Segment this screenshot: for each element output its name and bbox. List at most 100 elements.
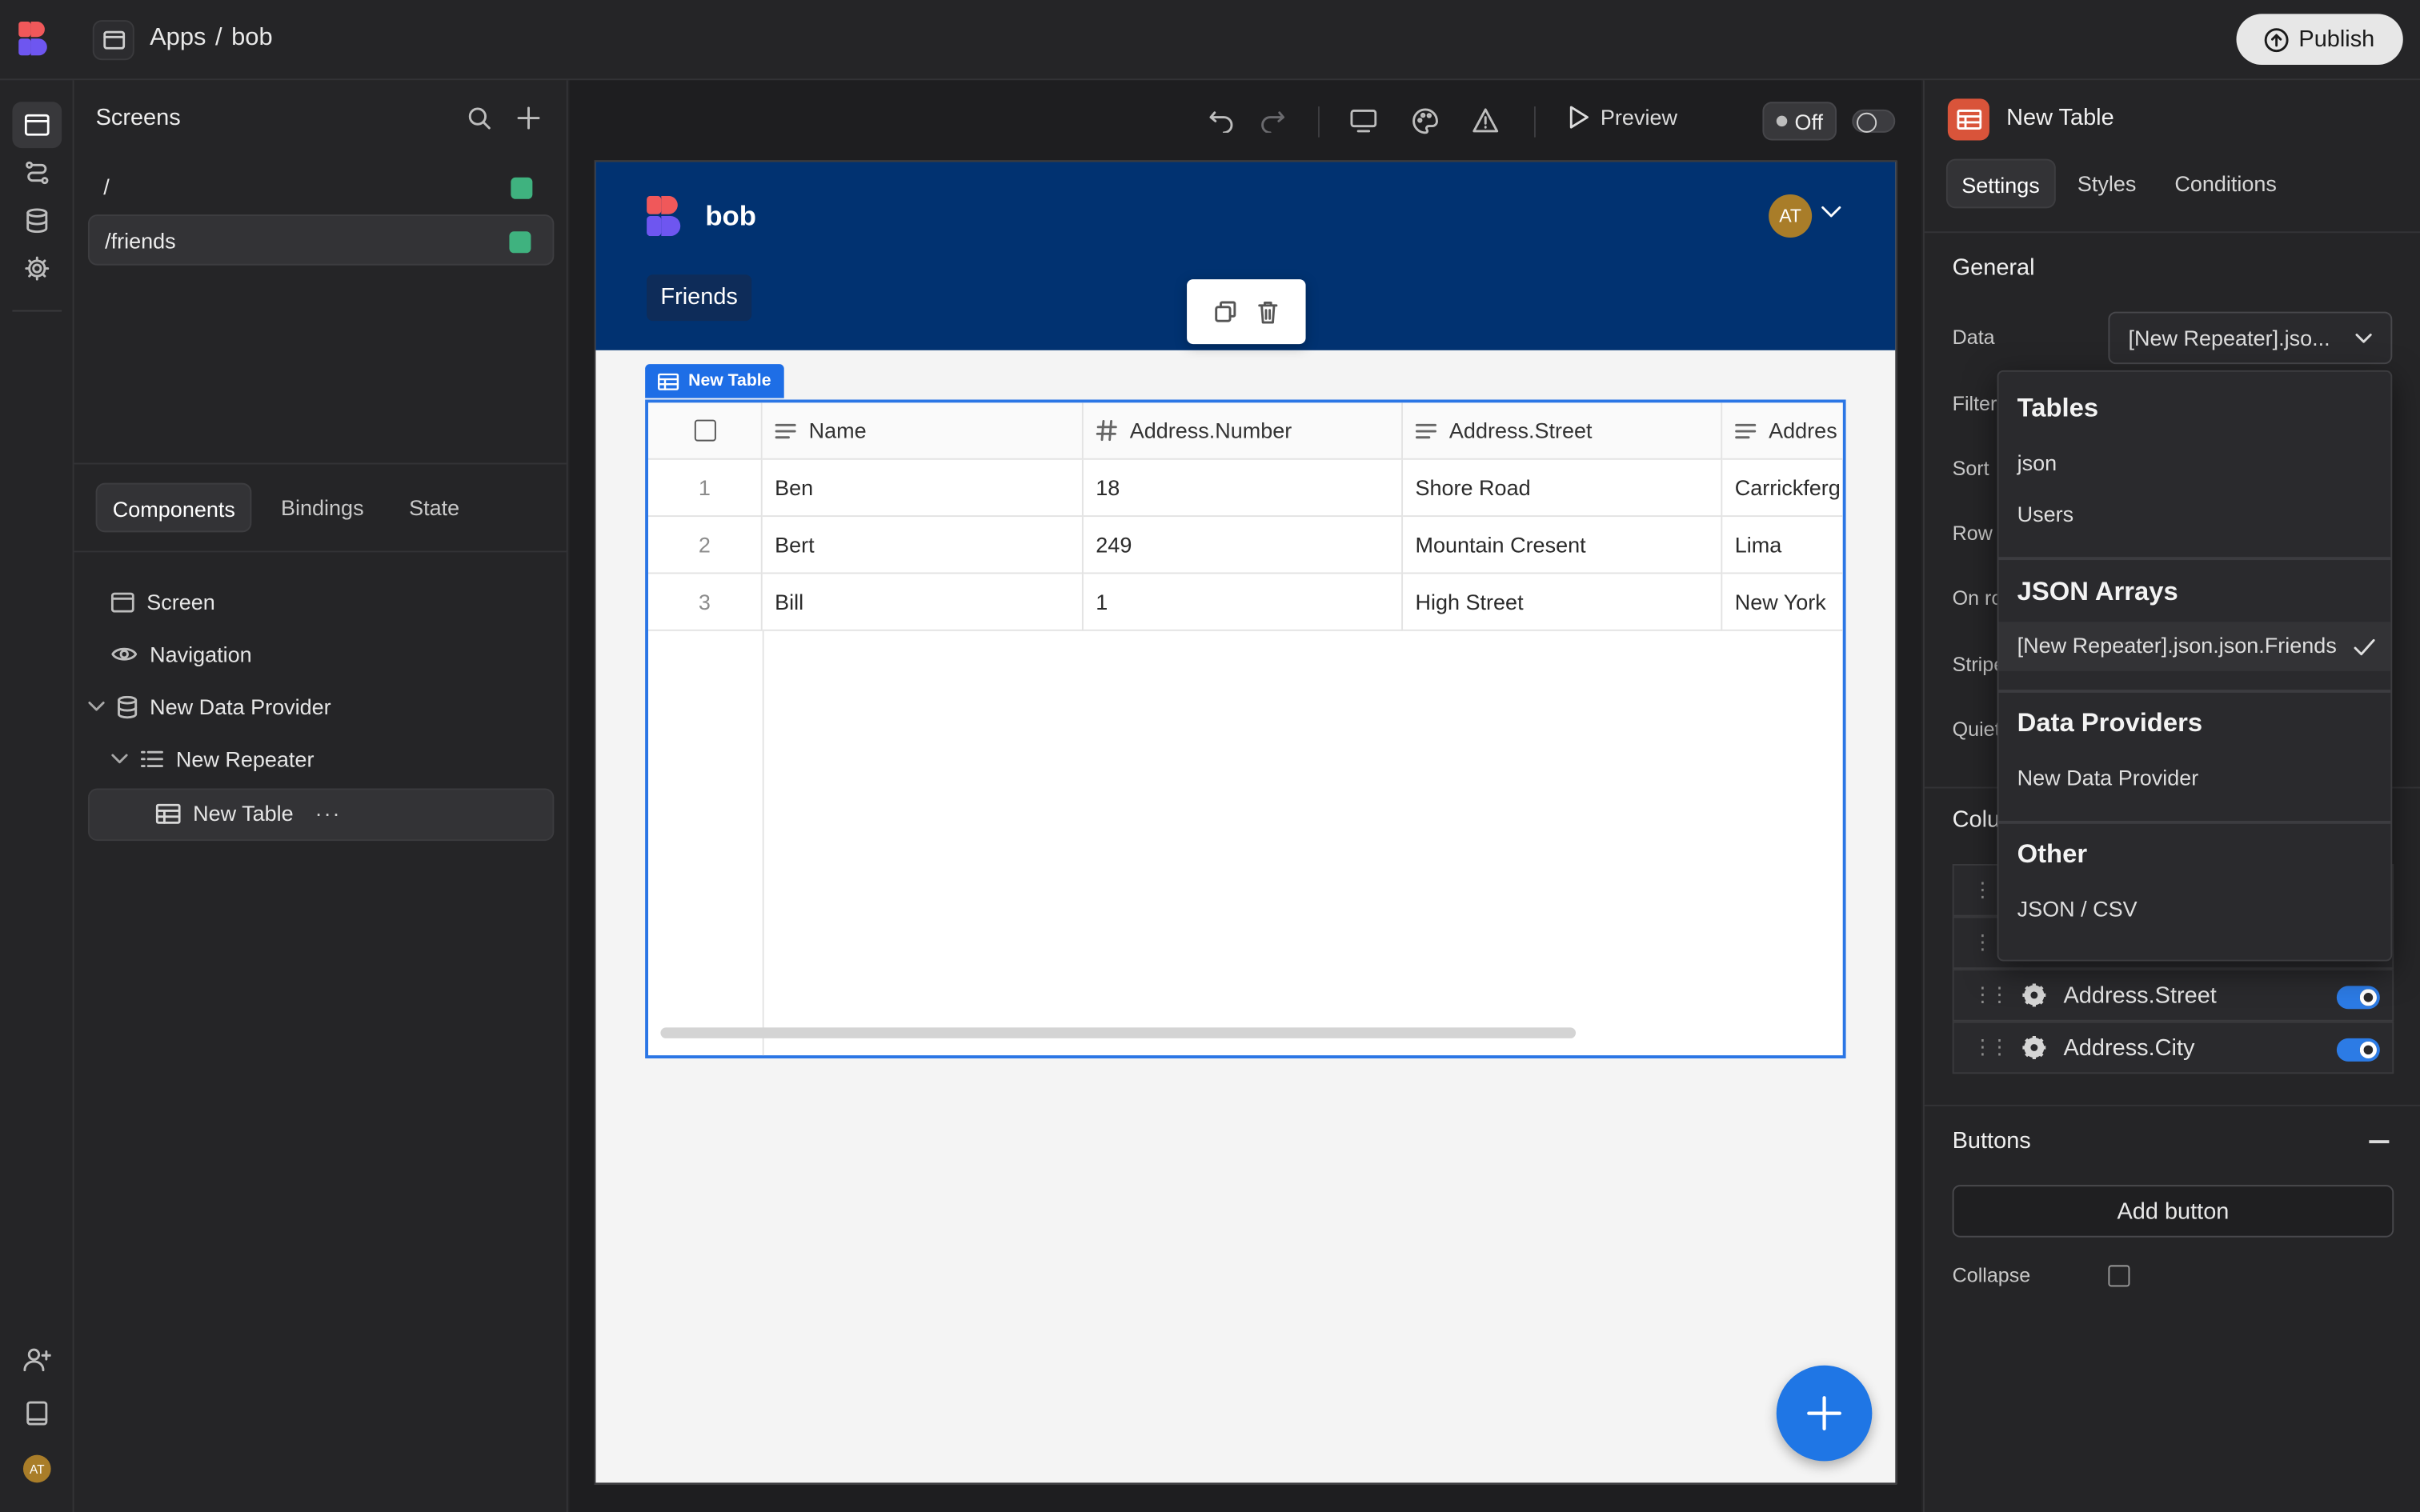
component-title[interactable]: New Table bbox=[2006, 105, 2114, 131]
theme-button[interactable] bbox=[1412, 108, 1439, 134]
rail-automation-button[interactable] bbox=[12, 150, 62, 196]
undo-button[interactable] bbox=[1208, 108, 1236, 133]
add-screen-button[interactable] bbox=[517, 106, 540, 130]
app-name: bob bbox=[705, 200, 756, 232]
table-cell[interactable]: Lima bbox=[1722, 517, 1843, 574]
publish-button[interactable]: Publish bbox=[2236, 14, 2403, 65]
gear-icon[interactable] bbox=[2021, 982, 2046, 1007]
column-header[interactable]: Address.Street bbox=[1403, 402, 1723, 460]
collapse-section-icon[interactable] bbox=[2369, 1140, 2390, 1143]
auto-refresh-status[interactable]: Off bbox=[1762, 102, 1837, 141]
dropdown-option[interactable]: json bbox=[1998, 440, 2390, 490]
tab-bindings[interactable]: Bindings bbox=[266, 483, 379, 533]
general-section-title[interactable]: General bbox=[1953, 254, 2035, 281]
app-logo-icon bbox=[647, 195, 687, 237]
table-cell[interactable]: 249 bbox=[1083, 517, 1404, 574]
table-cell[interactable]: New York bbox=[1722, 574, 1843, 631]
select-all-checkbox[interactable] bbox=[693, 419, 715, 442]
table-cell[interactable]: Ben bbox=[762, 459, 1084, 518]
select-all-cell[interactable] bbox=[647, 402, 763, 460]
sidebar-toggle-button[interactable] bbox=[92, 20, 134, 61]
chevron-down-icon[interactable] bbox=[111, 753, 128, 765]
rail-settings-button[interactable] bbox=[12, 246, 62, 292]
rail-docs-button[interactable] bbox=[12, 1390, 62, 1437]
duplicate-icon[interactable] bbox=[1215, 301, 1236, 322]
more-options-icon[interactable]: ··· bbox=[315, 801, 342, 826]
screens-title: Screens bbox=[95, 105, 181, 131]
table-cell[interactable]: Carrickferg bbox=[1722, 460, 1843, 518]
preview-button[interactable]: Preview bbox=[1568, 105, 1677, 130]
drag-handle-icon[interactable]: ⋮⋮ bbox=[1973, 1035, 2009, 1060]
screen-route-item[interactable]: /friends bbox=[87, 214, 555, 266]
toolbar-divider bbox=[1533, 106, 1536, 138]
add-row-button[interactable] bbox=[1776, 1365, 1873, 1462]
tab-settings[interactable]: Settings bbox=[1945, 158, 2056, 209]
table-cell[interactable]: 18 bbox=[1083, 459, 1404, 518]
selected-component-tag[interactable]: New Table bbox=[645, 364, 783, 398]
data-source-select[interactable]: [New Repeater].jso... bbox=[2108, 311, 2393, 365]
book-icon bbox=[26, 1401, 48, 1426]
tab-conditions[interactable]: Conditions bbox=[2161, 159, 2290, 209]
tree-item-label: Screen bbox=[146, 589, 215, 614]
budibase-logo-icon[interactable] bbox=[18, 21, 52, 56]
setting-label: Row bbox=[1952, 521, 1993, 545]
tree-item-navigation[interactable]: Navigation bbox=[111, 630, 252, 679]
buttons-section-title[interactable]: Buttons bbox=[1953, 1128, 2031, 1154]
dropdown-option[interactable]: Users bbox=[1998, 490, 2390, 540]
add-button-button[interactable]: Add button bbox=[1952, 1185, 2394, 1238]
auto-refresh-toggle[interactable] bbox=[1852, 109, 1896, 133]
screen-route-item[interactable]: / bbox=[88, 162, 554, 213]
chevron-down-icon[interactable] bbox=[88, 701, 105, 713]
columns-section-title[interactable]: Colu bbox=[1953, 807, 2001, 834]
tab-state[interactable]: State bbox=[394, 483, 475, 533]
tree-item-label: New Table bbox=[193, 800, 294, 826]
gear-icon[interactable] bbox=[2021, 1035, 2046, 1060]
rail-design-button[interactable] bbox=[12, 102, 62, 149]
rail-invite-button[interactable] bbox=[12, 1336, 62, 1382]
data-table[interactable]: Name Address.Number Address.Street Addre… bbox=[645, 399, 1846, 1058]
horizontal-scrollbar[interactable] bbox=[660, 1027, 1577, 1038]
tab-components[interactable]: Components bbox=[95, 482, 253, 533]
dropdown-option-selected[interactable]: [New Repeater].json.json.Friends bbox=[1998, 622, 2391, 671]
app-user-avatar[interactable]: AT bbox=[1769, 194, 1813, 238]
table-cell[interactable]: Bill bbox=[762, 574, 1084, 631]
tree-item-label: Navigation bbox=[150, 642, 252, 667]
breadcrumb-app[interactable]: bob bbox=[231, 25, 272, 53]
tree-item-screen[interactable]: Screen bbox=[110, 577, 215, 626]
user-menu-chevron-icon[interactable] bbox=[1821, 205, 1841, 218]
column-header[interactable]: Addres bbox=[1722, 402, 1843, 460]
table-cell[interactable]: Shore Road bbox=[1403, 459, 1723, 518]
tab-styles[interactable]: Styles bbox=[2063, 159, 2150, 209]
plus-icon bbox=[517, 106, 540, 130]
database-icon bbox=[26, 208, 48, 234]
collapse-checkbox[interactable] bbox=[2108, 1265, 2130, 1287]
user-avatar[interactable]: AT bbox=[22, 1454, 51, 1483]
text-icon bbox=[775, 422, 796, 438]
rail-data-button[interactable] bbox=[12, 198, 62, 244]
tree-item-data-provider[interactable]: New Data Provider bbox=[88, 682, 331, 731]
trash-icon[interactable] bbox=[1258, 300, 1278, 323]
column-visibility-toggle[interactable] bbox=[2336, 986, 2380, 1010]
tree-item-table[interactable]: New Table ··· bbox=[155, 788, 342, 838]
breadcrumb-apps[interactable]: Apps bbox=[150, 25, 206, 53]
redo-button[interactable] bbox=[1258, 108, 1286, 133]
column-header[interactable]: Name bbox=[762, 402, 1084, 460]
dropdown-option[interactable]: JSON / CSV bbox=[1998, 886, 2390, 935]
column-visibility-toggle[interactable] bbox=[2336, 1038, 2380, 1062]
device-preview-button[interactable] bbox=[1350, 109, 1377, 133]
table-cell[interactable]: Mountain Cresent bbox=[1403, 517, 1723, 574]
drag-handle-icon[interactable]: ⋮⋮ bbox=[1973, 982, 2009, 1007]
column-row[interactable]: ⋮⋮ Address.Street bbox=[1952, 969, 2394, 1022]
desktop-icon bbox=[1350, 109, 1377, 133]
tree-item-repeater[interactable]: New Repeater bbox=[111, 734, 314, 784]
dropdown-option[interactable]: New Data Provider bbox=[1998, 754, 2390, 804]
table-cell[interactable]: Bert bbox=[762, 517, 1084, 574]
column-row[interactable]: ⋮⋮ Address.City bbox=[1952, 1021, 2394, 1074]
column-header[interactable]: Address.Number bbox=[1083, 402, 1404, 460]
table-cell[interactable]: 1 bbox=[1083, 574, 1404, 631]
table-cell[interactable]: High Street bbox=[1403, 574, 1723, 631]
diagnostics-button[interactable] bbox=[1472, 108, 1499, 133]
setting-label: Filter bbox=[1952, 391, 1997, 415]
search-screens-button[interactable] bbox=[467, 106, 491, 130]
nav-link-friends[interactable]: Friends bbox=[647, 274, 752, 322]
